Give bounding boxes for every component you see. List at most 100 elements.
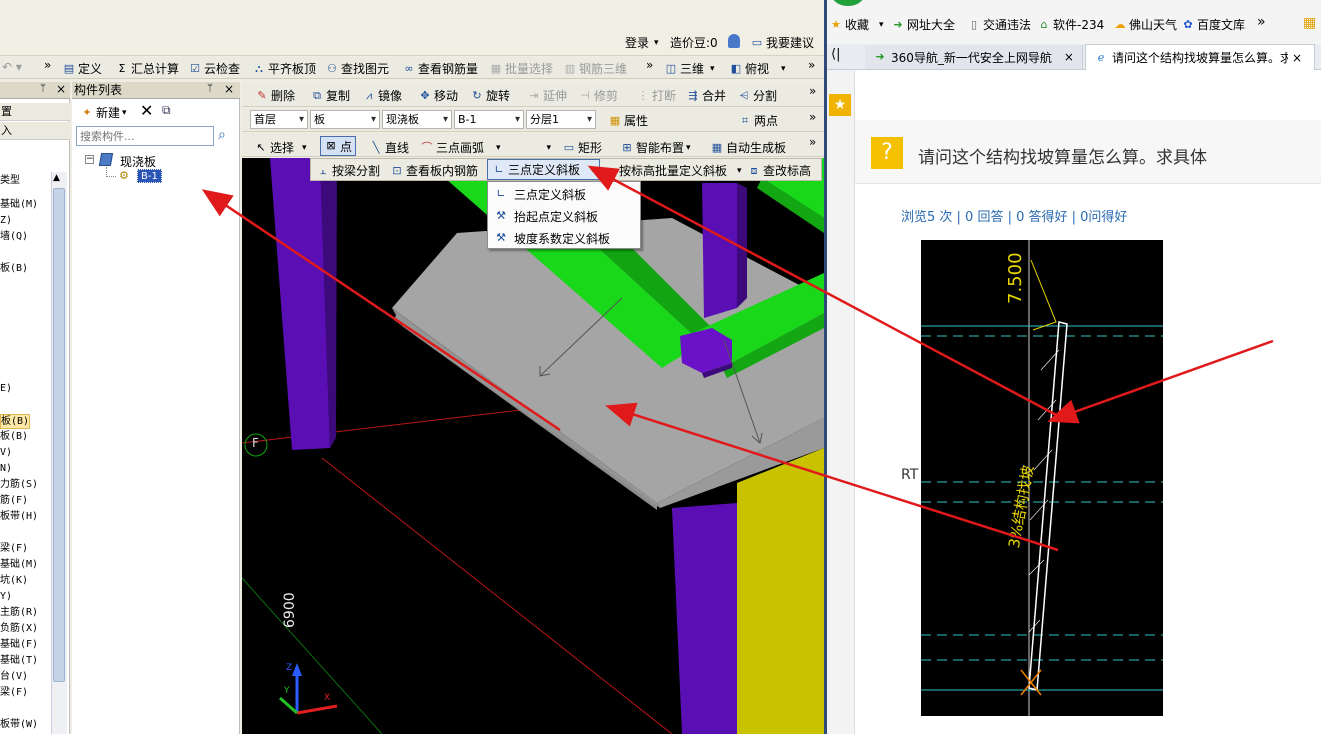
- search-icon[interactable]: ⌕: [218, 127, 226, 143]
- module-list-item[interactable]: 坑(K): [0, 574, 28, 587]
- module-list-item[interactable]: 梁(F): [0, 542, 28, 555]
- favorite-star-icon[interactable]: ★: [829, 94, 851, 116]
- summary-calc-button[interactable]: Σ 汇总计算: [115, 60, 180, 77]
- arc-button[interactable]: ⌒ 三点画弧 ▾ ▾: [420, 139, 552, 156]
- batch-slope-button[interactable]: ⧄ 按标高批量定义斜板 ▾: [603, 162, 742, 179]
- tree-collapse-icon[interactable]: −: [85, 155, 94, 164]
- rectangle-button[interactable]: ▭ 矩形: [562, 139, 602, 156]
- overflow-icon-4[interactable]: »: [809, 84, 816, 98]
- login-button[interactable]: 登录 ▾: [625, 34, 659, 51]
- module-list-item[interactable]: Y): [0, 590, 12, 603]
- split-by-beam-button[interactable]: ⫠ 按梁分割: [316, 162, 380, 179]
- module-list-item[interactable]: 基础(M): [0, 198, 38, 211]
- subtype-select[interactable]: 现浇板: [382, 110, 452, 129]
- overflow-icon[interactable]: »: [44, 58, 51, 72]
- module-list-item[interactable]: 力筋(S): [0, 478, 38, 491]
- tab-close-icon[interactable]: ×: [1064, 50, 1074, 64]
- mirror-button[interactable]: ⩘ 镜像: [362, 87, 402, 104]
- bell-icon[interactable]: [728, 34, 740, 48]
- split-button[interactable]: ⩤ 分割: [737, 87, 777, 104]
- bookmark-overflow-icon[interactable]: »: [1257, 14, 1266, 30]
- tab-360[interactable]: ➜ 360导航_新一代安全上网导航 ×: [865, 45, 1083, 69]
- module-list-item[interactable]: 类型: [0, 174, 20, 187]
- trim-button[interactable]: ⊣ 修剪: [578, 87, 618, 104]
- tab-close-icon[interactable]: ×: [1292, 51, 1302, 65]
- close-icon[interactable]: ×: [56, 82, 66, 96]
- scroll-up-icon[interactable]: ▲: [53, 173, 60, 183]
- module-list-item[interactable]: 板(B): [0, 262, 28, 275]
- bookmark-software[interactable]: ⌂ 软件-234: [1037, 16, 1105, 33]
- batch-select-button[interactable]: ▦ 批量选择: [489, 60, 553, 77]
- cloud-check-button[interactable]: ☑ 云检查: [188, 60, 240, 77]
- copy-button[interactable]: ⧉ 复制: [310, 87, 350, 104]
- suggest-button[interactable]: ▭ 我要建议: [750, 34, 814, 51]
- module-list-item[interactable]: 板带(W): [0, 718, 38, 731]
- define-button[interactable]: ▤ 定义: [62, 60, 102, 77]
- bookmark-wenku[interactable]: ✿ 百度文库: [1181, 16, 1245, 33]
- view-slab-rebar-button[interactable]: ⊡ 查看板内钢筋: [390, 162, 478, 179]
- line-button[interactable]: ╲ 直线: [369, 139, 409, 156]
- find-element-button[interactable]: ⚇ 查找图元: [325, 60, 389, 77]
- type-select[interactable]: 板: [310, 110, 380, 129]
- module-list-item[interactable]: 台(V): [0, 670, 28, 683]
- close-icon[interactable]: ×: [224, 82, 234, 96]
- tab-scroll-left-icon[interactable]: ⟨|: [831, 47, 840, 62]
- module-list-item[interactable]: 基础(T): [0, 654, 38, 667]
- move-button[interactable]: ✥ 移动: [418, 87, 458, 104]
- top-view-dropdown[interactable]: ◧ 俯视 ▾: [729, 60, 786, 77]
- tree-child-item[interactable]: B-1: [137, 169, 162, 183]
- module-list-item[interactable]: Z): [0, 214, 12, 227]
- auto-generate-button[interactable]: ▦ 自动生成板: [710, 139, 786, 156]
- check-elevation-button[interactable]: ⧈ 查改标高: [747, 162, 812, 179]
- module-list-item[interactable]: 梁(F): [0, 686, 28, 699]
- bookmark-weather[interactable]: ☁ 佛山天气: [1113, 16, 1178, 33]
- rotate-button[interactable]: ↻ 旋转: [470, 87, 510, 104]
- tab-question[interactable]: ℯ请问这个结构找坡算量怎么算。求具体×: [1085, 44, 1315, 70]
- layer-select[interactable]: 分层1: [526, 110, 596, 129]
- module-list-item[interactable]: 基础(M): [0, 558, 38, 571]
- new-component-button[interactable]: ✦ 新建 ▾: [80, 104, 126, 121]
- point-button[interactable]: ⊠ 点: [320, 136, 357, 156]
- name-select[interactable]: B-1: [454, 110, 524, 129]
- module-scroll-thumb[interactable]: [53, 188, 65, 682]
- menu-item-lift-point[interactable]: ⚒ 抬起点定义斜板: [488, 205, 642, 227]
- module-list-item[interactable]: N): [0, 462, 12, 475]
- module-list-item[interactable]: 负筋(X): [0, 622, 38, 635]
- apps-icon[interactable]: ▦: [1303, 15, 1316, 31]
- module-list-item[interactable]: V): [0, 446, 12, 459]
- floor-select[interactable]: 首层: [250, 110, 308, 129]
- cad-drawing-image[interactable]: 7.500 3%结构找坡: [921, 240, 1163, 716]
- module-list-item[interactable]: 墙(Q): [0, 230, 28, 243]
- overflow-icon-2[interactable]: »: [646, 58, 653, 72]
- menu-item-three-point[interactable]: ∟ 三点定义斜板: [488, 183, 642, 205]
- extend-button[interactable]: ⇥ 延伸: [527, 87, 567, 104]
- overflow-icon-6[interactable]: »: [809, 135, 816, 149]
- module-list-item[interactable]: 筋(F): [0, 494, 28, 507]
- properties-button[interactable]: ▦ 属性: [608, 112, 648, 129]
- copy-icon[interactable]: ⧉: [162, 103, 171, 118]
- overflow-icon-3[interactable]: »: [808, 58, 815, 72]
- module-list-item[interactable]: 基础(F): [0, 638, 38, 651]
- delete-button[interactable]: ✎ 删除: [255, 87, 295, 104]
- delete-icon[interactable]: ✕: [140, 101, 153, 120]
- module-list-item[interactable]: 板(B): [0, 414, 31, 429]
- two-points-button[interactable]: ⌗ 两点: [738, 112, 778, 129]
- menu-item-slope-factor[interactable]: ⚒ 坡度系数定义斜板: [488, 227, 642, 249]
- three-point-slope-button[interactable]: ∟ 三点定义斜板 ▾: [487, 159, 600, 180]
- bookmark-site-nav[interactable]: ➜ 网址大全: [891, 16, 955, 33]
- merge-button[interactable]: ⇶ 合并: [686, 87, 726, 104]
- smart-layout-button[interactable]: ⊞ 智能布置 ▾: [620, 139, 690, 156]
- select-button[interactable]: ↖ 选择 ▾: [254, 139, 306, 156]
- pin-icon[interactable]: ᛘ: [40, 83, 46, 94]
- break-button[interactable]: ⋮ 打断: [636, 87, 677, 104]
- module-list-item[interactable]: 主筋(R): [0, 606, 38, 619]
- overflow-icon-5[interactable]: »: [809, 110, 816, 124]
- pin-icon[interactable]: ᛘ: [207, 83, 213, 94]
- module-list-item[interactable]: 板带(H): [0, 510, 38, 523]
- tree-root-label[interactable]: 现浇板: [120, 153, 156, 170]
- favorites-button[interactable]: ★ 收藏 ▾: [829, 16, 883, 33]
- view-3d-dropdown[interactable]: ◫ 三维 ▾: [664, 60, 715, 77]
- view-rebar-button[interactable]: ∞ 查看钢筋量: [402, 60, 478, 77]
- search-input[interactable]: [76, 126, 214, 146]
- undo-icon[interactable]: ↶ ▾: [2, 60, 22, 74]
